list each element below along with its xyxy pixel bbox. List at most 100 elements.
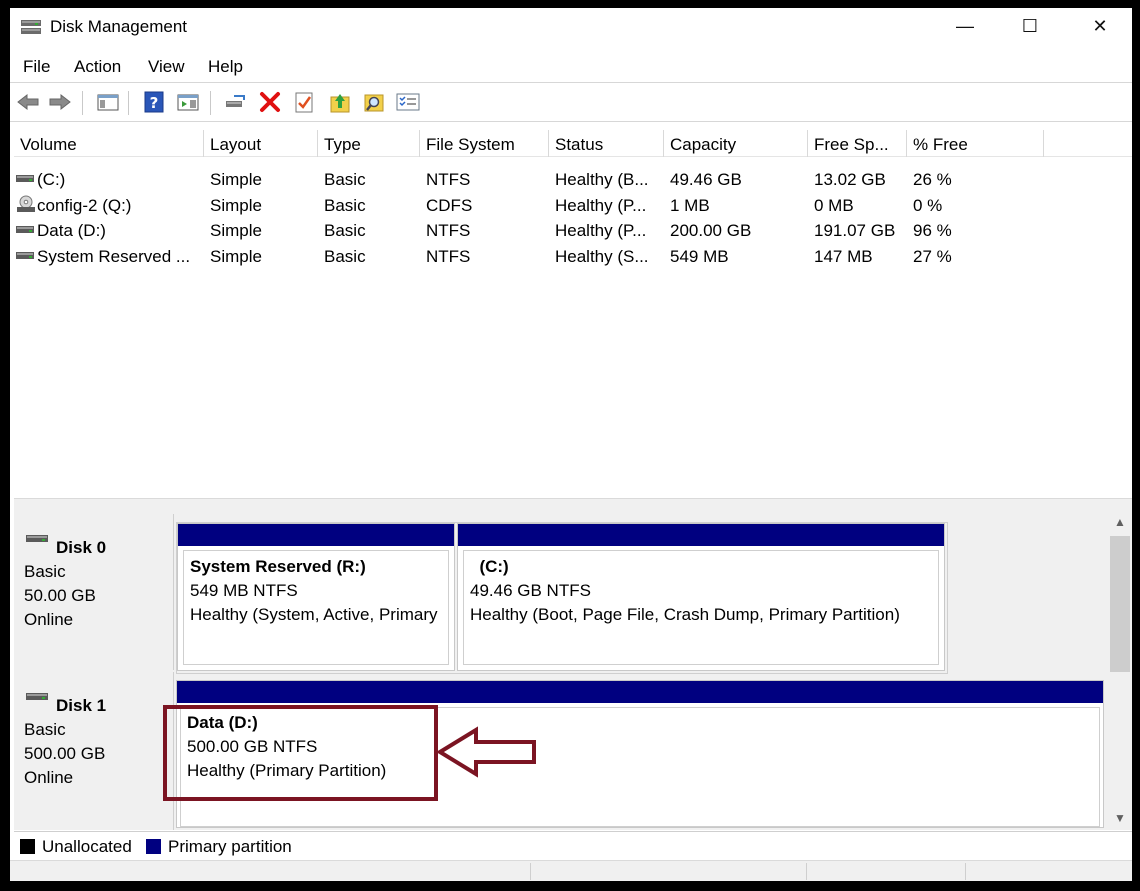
cell-status: Healthy (P... [555,196,647,215]
console-tree-icon[interactable] [96,91,120,113]
pane-splitter[interactable] [14,498,1132,508]
disk-size: 50.00 GB [24,586,96,605]
toolbar-separator [82,91,83,115]
help-icon[interactable]: ? [142,91,166,113]
disk-icon [26,693,48,700]
annotation-arrow-icon [436,726,536,778]
cell-layout: Simple [210,221,262,240]
highlight-box [163,705,438,801]
scrollbar-thumb[interactable] [1110,536,1130,672]
cell-type: Basic [324,170,366,189]
cell-type: Basic [324,247,366,266]
cell-status: Healthy (S... [555,247,649,266]
cell-file-system: CDFS [426,196,473,215]
menu-bar: File Action View Help [10,54,1132,80]
cell-volume: config-2 (Q:) [37,196,132,215]
partition-bar [177,681,1103,703]
table-row[interactable]: Data (D:) Simple Basic NTFS Healthy (P..… [14,219,1132,244]
svg-text:?: ? [150,94,159,112]
partition-status: Healthy (Boot, Page File, Crash Dump, Pr… [470,605,900,624]
table-row[interactable]: System Reserved ... Simple Basic NTFS He… [14,245,1132,270]
cell-file-system: NTFS [426,221,471,240]
cell-percent-free: 26 % [913,170,952,189]
column-header-volume[interactable]: Volume [14,130,204,157]
partition-system-reserved[interactable]: System Reserved (R:) 549 MB NTFS Healthy… [177,523,455,671]
menu-view[interactable]: View [148,57,185,77]
table-row[interactable]: (C:) Simple Basic NTFS Healthy (B... 49.… [14,168,1132,193]
column-header-file-system[interactable]: File System [420,130,549,157]
cell-status: Healthy (P... [555,221,647,240]
close-button[interactable]: ✕ [1065,8,1132,44]
toolbar-separator [210,91,211,115]
up-icon[interactable] [328,91,352,113]
disk-state: Online [24,610,74,629]
disk-management-window: Disk Management — ☐ ✕ File Action View H… [10,8,1132,881]
action-pane-icon[interactable] [176,91,200,113]
cell-volume: (C:) [37,170,66,189]
scroll-down-icon[interactable]: ▼ [1108,808,1132,828]
legend-label-primary: Primary partition [168,837,292,856]
cell-type: Basic [324,196,366,215]
cell-layout: Simple [210,170,262,189]
column-header-status[interactable]: Status [549,130,664,157]
forward-icon[interactable] [48,91,72,113]
table-row[interactable]: config-2 (Q:) Simple Basic CDFS Healthy … [14,194,1132,219]
cell-free-space: 13.02 GB [814,170,886,189]
column-header-percent-free[interactable]: % Free [907,130,1044,157]
column-header-layout[interactable]: Layout [204,130,318,157]
partition-bar [178,524,454,546]
maximize-button[interactable]: ☐ [995,8,1065,44]
cell-layout: Simple [210,247,262,266]
find-icon[interactable] [362,91,386,113]
legend-swatch-primary [146,839,161,854]
cell-capacity: 549 MB [670,247,729,266]
cell-volume: System Reserved ... [37,247,191,266]
disk-1-label[interactable]: Disk 1 Basic 500.00 GB Online [14,672,174,830]
column-header-type[interactable]: Type [318,130,420,157]
column-header-capacity[interactable]: Capacity [664,130,808,157]
partition-c[interactable]: (C:) 49.46 GB NTFS Healthy (Boot, Page F… [457,523,945,671]
drive-icon [16,175,34,182]
toolbar-separator [128,91,129,115]
cell-percent-free: 0 % [913,196,943,215]
volume-list: Volume Layout Type File System Status Ca… [14,130,1132,498]
delete-icon[interactable] [258,91,282,113]
scroll-up-icon[interactable]: ▲ [1108,512,1132,532]
partition-bar [458,524,944,546]
cell-free-space: 0 MB [814,196,854,215]
menu-action[interactable]: Action [74,57,121,77]
partition-detail: 49.46 GB NTFS [470,581,591,600]
menu-help[interactable]: Help [208,57,243,77]
properties-icon[interactable] [292,91,316,113]
cell-capacity: 49.46 GB [670,170,742,189]
back-icon[interactable] [16,91,40,113]
status-divider [530,863,531,880]
cell-file-system: NTFS [426,170,471,189]
disk-size: 500.00 GB [24,744,106,763]
disk-name: Disk 0 [56,538,107,557]
drive-icon [16,226,34,233]
cell-volume: Data (D:) [37,221,106,240]
drive-icon [16,252,34,259]
list-icon[interactable] [396,91,420,113]
column-header-free-space[interactable]: Free Sp... [808,130,907,157]
disk-state: Online [24,768,74,787]
disk-icon [26,535,48,542]
list-header: Volume Layout Type File System Status Ca… [14,130,1132,157]
partition-title: (C:) [470,557,509,576]
window-title: Disk Management [50,17,188,36]
legend-label-unallocated: Unallocated [42,837,132,856]
toolbar: ? [10,82,1132,122]
cell-percent-free: 96 % [913,221,952,240]
partition-detail: 549 MB NTFS [190,581,298,600]
disk-view-scrollbar[interactable]: ▲ ▼ [1108,508,1132,830]
menu-file[interactable]: File [23,57,50,77]
disk-0-label[interactable]: Disk 0 Basic 50.00 GB Online [14,514,174,670]
legend-swatch-unallocated [20,839,35,854]
connect-disk-icon[interactable] [224,91,248,113]
partition-body: System Reserved (R:) 549 MB NTFS Healthy… [183,550,449,665]
cell-capacity: 200.00 GB [670,221,752,240]
status-divider [806,863,807,880]
minimize-button[interactable]: — [930,8,1000,44]
cell-capacity: 1 MB [670,196,710,215]
